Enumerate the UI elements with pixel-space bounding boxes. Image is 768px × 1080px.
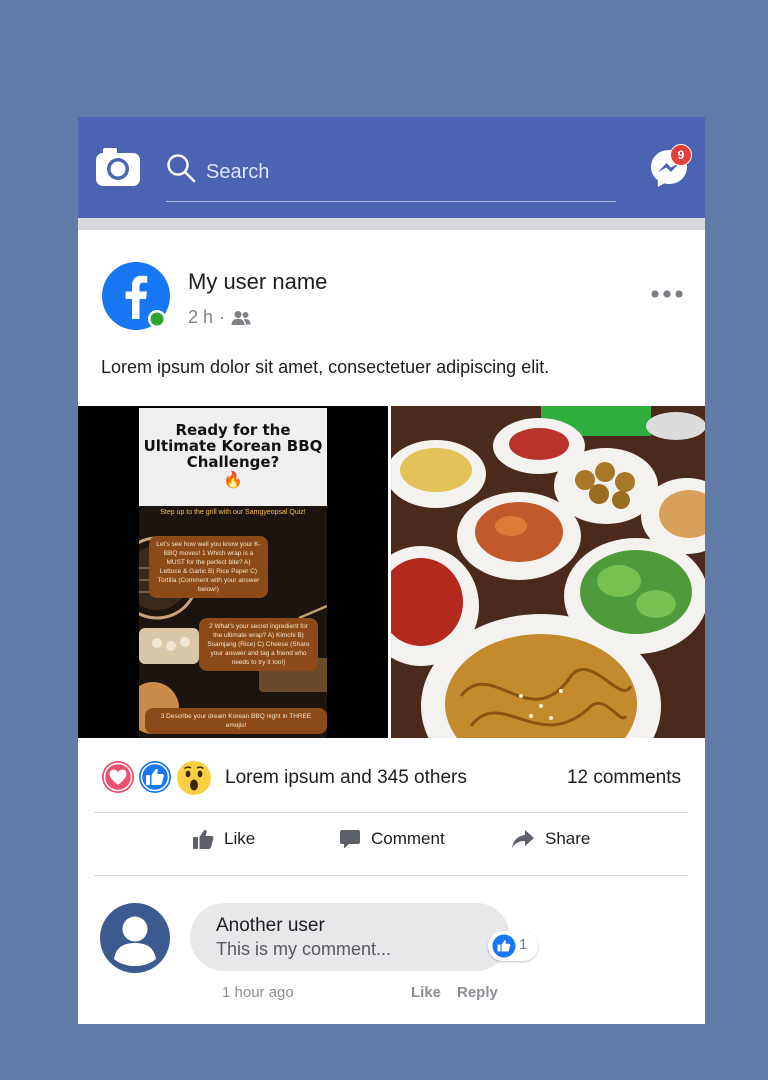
post-author-name[interactable]: My user name bbox=[188, 269, 327, 295]
love-reaction-icon bbox=[102, 761, 134, 793]
thumbs-up-icon bbox=[193, 829, 214, 849]
reaction-summary[interactable]: Lorem ipsum and 345 others bbox=[225, 767, 467, 789]
quiz-question-1: Let's see how well you know your K-BBQ m… bbox=[149, 536, 268, 598]
post-meta: 2 h · bbox=[188, 307, 251, 328]
post-image-quiz[interactable]: Ready for the Ultimate Korean BBQ Challe… bbox=[78, 406, 388, 738]
quiz-question-3: 3 Describe your dream Korean BBQ night i… bbox=[145, 708, 327, 734]
comment-like-link[interactable]: Like bbox=[411, 984, 441, 1001]
comment-likes-number: 1 bbox=[519, 936, 528, 953]
comment-like-count[interactable]: 1 bbox=[488, 931, 538, 961]
korean-side-dishes-photo bbox=[391, 406, 705, 738]
divider bbox=[94, 812, 688, 813]
comment-button[interactable]: Comment bbox=[339, 828, 445, 850]
comment-time: 1 hour ago bbox=[222, 984, 294, 1001]
messenger-badge: 9 bbox=[670, 144, 692, 166]
comment-bubble: Another user This is my comment... bbox=[190, 903, 510, 971]
share-button[interactable]: Share bbox=[511, 828, 590, 850]
like-label: Like bbox=[224, 829, 256, 848]
search-input[interactable] bbox=[204, 157, 588, 187]
search-icon bbox=[167, 154, 196, 183]
poster-subtitle: Step up to the grill with our Samgyeopsa… bbox=[160, 509, 306, 516]
share-icon bbox=[512, 830, 534, 848]
comment-label: Comment bbox=[371, 829, 445, 848]
comment-icon bbox=[340, 830, 360, 849]
post-body-text: Lorem ipsum dolor sit amet, consectetuer… bbox=[101, 357, 550, 377]
comments-count[interactable]: 12 comments bbox=[567, 767, 681, 789]
camera-icon[interactable] bbox=[95, 145, 141, 187]
comment-text: This is my comment... bbox=[216, 939, 392, 959]
commenter-name[interactable]: Another user bbox=[216, 915, 325, 937]
search-bar[interactable] bbox=[166, 139, 616, 202]
quiz-question-2: 2 What's your secret ingredient for the … bbox=[199, 618, 318, 671]
post-card: 9 My user name 2 h · Lorem ipsum dolor s… bbox=[78, 117, 705, 1024]
wow-reaction-icon bbox=[177, 761, 211, 795]
friends-audience-icon bbox=[231, 310, 251, 325]
meta-separator: · bbox=[219, 307, 226, 327]
like-reaction-icon bbox=[139, 761, 171, 793]
poster-header: Ready for the Ultimate Korean BBQ Challe… bbox=[139, 408, 327, 506]
divider bbox=[94, 875, 688, 876]
share-label: Share bbox=[545, 829, 591, 848]
top-bar: 9 bbox=[78, 117, 705, 218]
profile-avatar[interactable] bbox=[101, 261, 171, 331]
post-time[interactable]: 2 h bbox=[188, 307, 213, 328]
post-image-food[interactable] bbox=[391, 406, 705, 738]
post-actions: Like Comment Share bbox=[78, 814, 705, 874]
more-options-icon[interactable] bbox=[650, 287, 684, 301]
like-reaction-icon bbox=[492, 934, 516, 958]
quiz-poster: Ready for the Ultimate Korean BBQ Challe… bbox=[139, 408, 327, 738]
reaction-icons[interactable] bbox=[101, 758, 221, 796]
commenter-avatar[interactable] bbox=[100, 902, 170, 974]
header-divider bbox=[78, 218, 705, 230]
fire-icon: 🔥 bbox=[223, 470, 243, 489]
comment-reply-link[interactable]: Reply bbox=[457, 984, 498, 1001]
like-button[interactable]: Like bbox=[192, 828, 255, 850]
poster-title: Ready for the Ultimate Korean BBQ Challe… bbox=[143, 421, 323, 471]
